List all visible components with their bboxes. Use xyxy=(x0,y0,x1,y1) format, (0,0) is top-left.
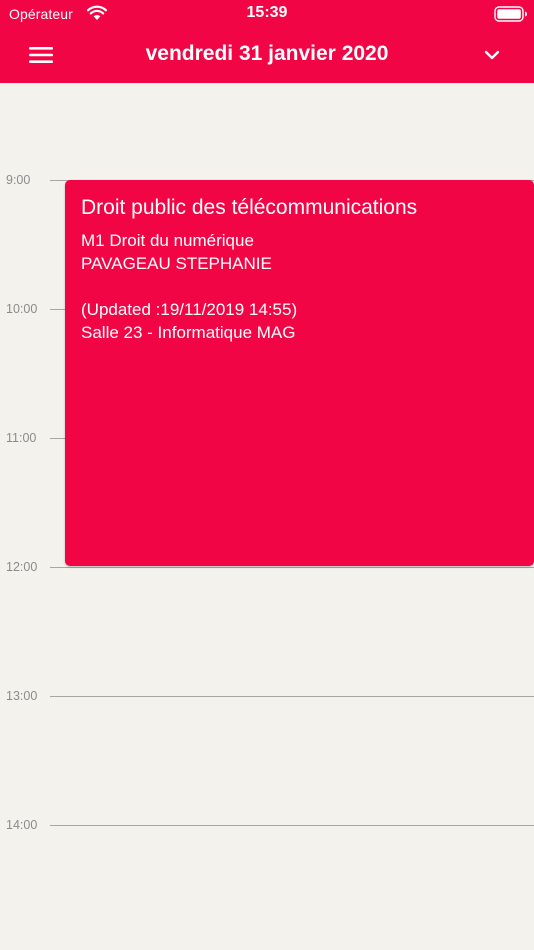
event-title: Droit public des télécommunications xyxy=(81,196,418,219)
hour-label: 12:00 xyxy=(6,560,38,574)
status-bar: Opérateur 15:39 xyxy=(0,0,534,30)
hour-row: 13:00 xyxy=(0,689,534,703)
day-timeline[interactable]: 9:00 10:00 11:00 12:00 13:00 14:00 Droit… xyxy=(0,83,534,950)
event-room: Salle 23 - Informatique MAG xyxy=(81,323,296,342)
date-picker-toggle[interactable] xyxy=(476,42,508,68)
hour-label: 11:00 xyxy=(6,431,37,445)
event-course: M1 Droit du numérique xyxy=(81,231,254,250)
status-time: 15:39 xyxy=(246,4,288,21)
top-bar: Opérateur 15:39 vendredi 31 janvier 2020 xyxy=(0,0,534,83)
event-teacher: PAVAGEAU STEPHANIE xyxy=(81,254,272,273)
hour-label: 9:00 xyxy=(6,173,31,187)
chevron-down-icon xyxy=(484,50,500,60)
hour-label: 14:00 xyxy=(6,818,38,832)
battery-icon xyxy=(494,6,527,22)
navigation-bar: vendredi 31 janvier 2020 xyxy=(0,30,534,83)
event-card[interactable]: Droit public des télécommunications M1 D… xyxy=(65,180,534,566)
event-updated: (Updated :19/11/2019 14:55) xyxy=(81,300,298,319)
hour-gridline xyxy=(50,825,534,826)
hour-label: 13:00 xyxy=(6,689,38,703)
hour-row: 14:00 xyxy=(0,818,534,832)
hour-row: 12:00 xyxy=(0,560,534,574)
hour-label: 10:00 xyxy=(6,302,38,316)
hour-gridline xyxy=(50,696,534,697)
hour-gridline xyxy=(50,567,534,568)
calendar-day-view: Opérateur 15:39 vendredi 31 janvier 2020… xyxy=(0,0,534,950)
date-title[interactable]: vendredi 31 janvier 2020 xyxy=(0,42,534,66)
